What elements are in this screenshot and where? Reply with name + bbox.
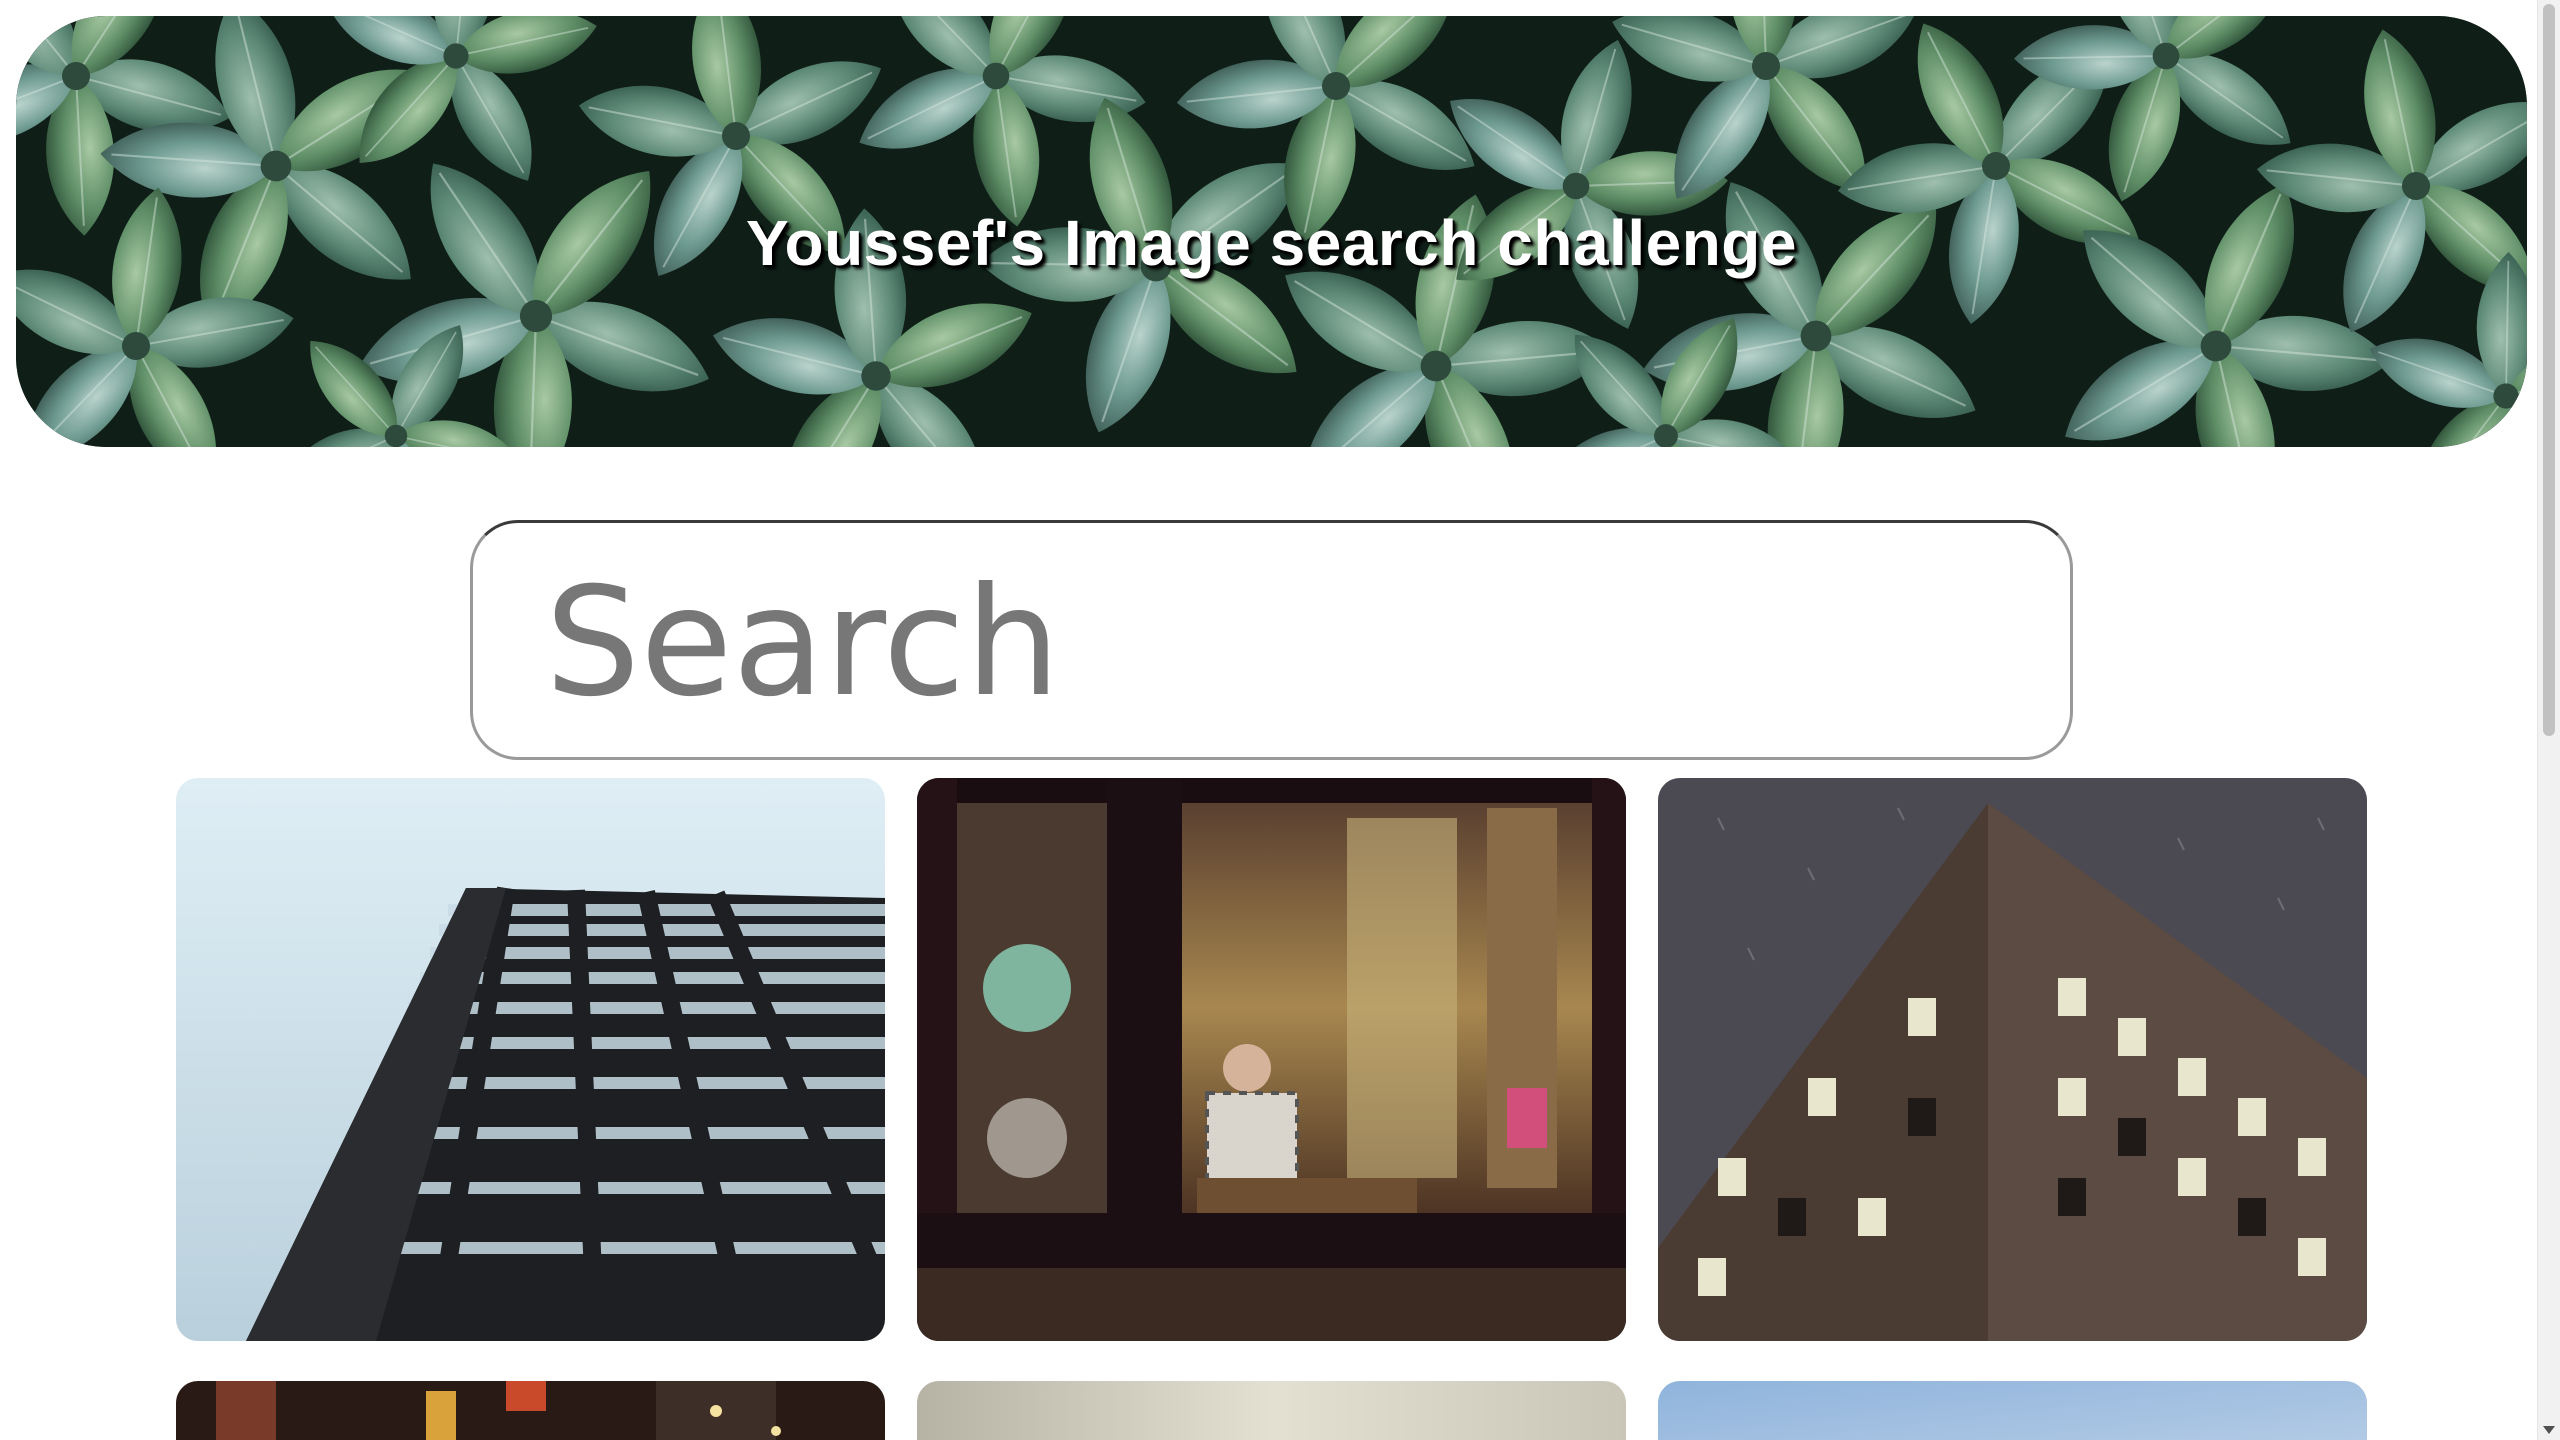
- image-tile-brick-building[interactable]: [1658, 778, 2367, 1341]
- image-tile-skyscraper[interactable]: [176, 778, 885, 1341]
- restaurant-window-image: [917, 778, 1626, 1341]
- skyscraper-image: [176, 778, 885, 1341]
- image-tile-hazy-city[interactable]: [917, 1381, 1626, 1440]
- image-tile-restaurant[interactable]: [917, 778, 1626, 1341]
- page-title: Youssef's Image search challenge: [746, 207, 1797, 279]
- city-street-image: [176, 1381, 885, 1440]
- brick-building-image: [1658, 778, 2367, 1341]
- image-tile-city-street[interactable]: [176, 1381, 885, 1440]
- hero-banner: Youssef's Image search challenge: [16, 16, 2527, 447]
- scrollbar-thumb[interactable]: [2543, 4, 2555, 736]
- search-input[interactable]: [545, 543, 2025, 743]
- hazy-city-image: [917, 1381, 1626, 1440]
- blue-sky-image: [1658, 1381, 2367, 1440]
- search-box[interactable]: [470, 520, 2073, 760]
- vertical-scrollbar[interactable]: [2537, 0, 2560, 1440]
- page: Youssef's Image search challenge: [0, 0, 2560, 1440]
- image-tile-blue-sky[interactable]: [1658, 1381, 2367, 1440]
- scroll-down-arrow-icon[interactable]: [2543, 1426, 2555, 1434]
